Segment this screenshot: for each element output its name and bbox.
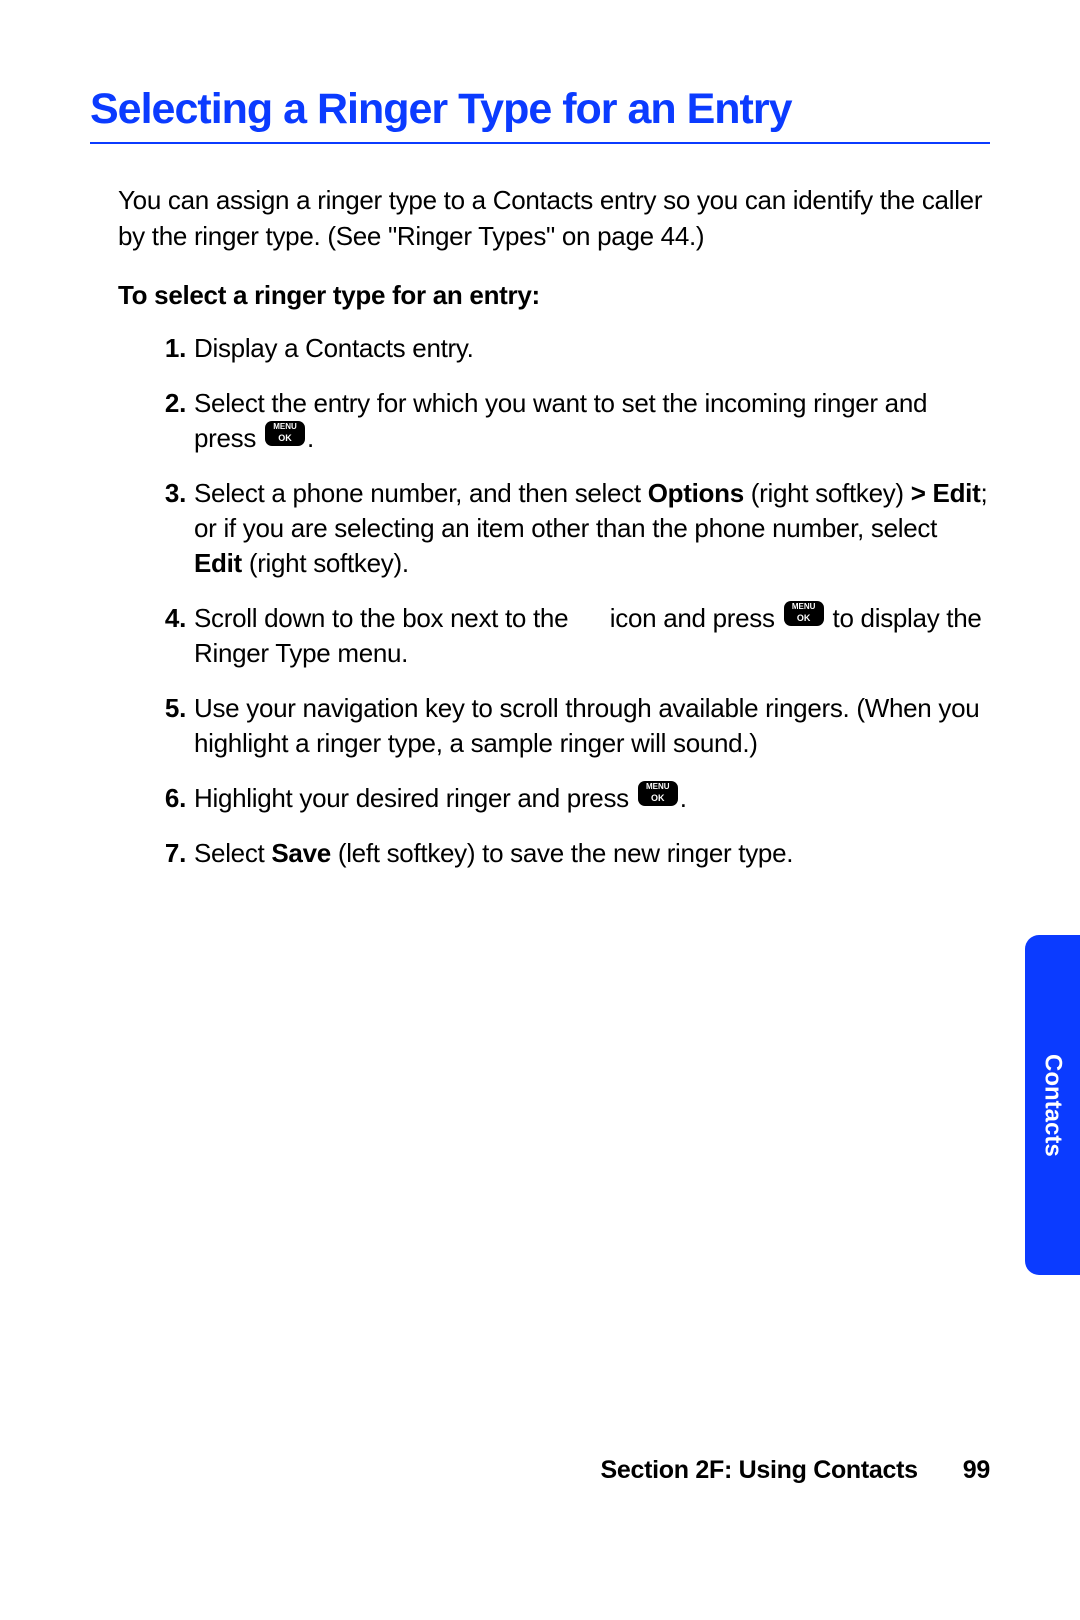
section-tab-contacts: Contacts bbox=[1025, 935, 1080, 1275]
step-4: 4. Scroll down to the box next to the ic… bbox=[194, 601, 990, 671]
step-text-post: . bbox=[680, 783, 687, 813]
bold-options: Options bbox=[648, 478, 744, 508]
step-5: 5. Use your navigation key to scroll thr… bbox=[194, 691, 990, 761]
steps-heading: To select a ringer type for an entry: bbox=[118, 280, 990, 311]
step-text: Use your navigation key to scroll throug… bbox=[194, 693, 979, 758]
step-text-post: (left softkey) to save the new ringer ty… bbox=[331, 838, 793, 868]
step-number: 6. bbox=[150, 781, 186, 816]
step-number: 4. bbox=[150, 601, 186, 636]
step-6: 6. Highlight your desired ringer and pre… bbox=[194, 781, 990, 816]
bold-save: Save bbox=[271, 838, 331, 868]
step-2: 2. Select the entry for which you want t… bbox=[194, 386, 990, 456]
bold-edit: Edit bbox=[194, 548, 242, 578]
step-number: 5. bbox=[150, 691, 186, 726]
manual-page: Selecting a Ringer Type for an Entry You… bbox=[0, 0, 1080, 1620]
step-number: 2. bbox=[150, 386, 186, 421]
menu-ok-key-icon bbox=[265, 421, 305, 446]
bold-edit-path: > Edit bbox=[911, 478, 981, 508]
step-text-pre: Select bbox=[194, 838, 271, 868]
step-number: 3. bbox=[150, 476, 186, 511]
footer-page-number: 99 bbox=[963, 1456, 990, 1484]
step-text-pre: Highlight your desired ringer and press bbox=[194, 783, 636, 813]
page-footer: Section 2F: Using Contacts 99 bbox=[601, 1456, 990, 1485]
intro-paragraph: You can assign a ringer type to a Contac… bbox=[118, 182, 990, 254]
footer-section: Section 2F: Using Contacts bbox=[601, 1456, 918, 1484]
page-title: Selecting a Ringer Type for an Entry bbox=[90, 85, 990, 144]
step-text-pre: Select the entry for which you want to s… bbox=[194, 388, 927, 453]
step-text-post: (right softkey). bbox=[242, 548, 409, 578]
step-number: 1. bbox=[150, 331, 186, 366]
section-tab-label: Contacts bbox=[1039, 1054, 1067, 1157]
menu-ok-key-icon bbox=[638, 781, 678, 806]
step-text-pre: Select a phone number, and then select bbox=[194, 478, 648, 508]
step-text-pre: Scroll down to the box next to the icon … bbox=[194, 603, 782, 633]
step-3: 3. Select a phone number, and then selec… bbox=[194, 476, 990, 581]
steps-list: 1. Display a Contacts entry. 2. Select t… bbox=[90, 331, 990, 871]
step-text: Display a Contacts entry. bbox=[194, 333, 474, 363]
menu-ok-key-icon bbox=[784, 601, 824, 626]
step-7: 7. Select Save (left softkey) to save th… bbox=[194, 836, 990, 871]
step-text-post: . bbox=[307, 423, 314, 453]
step-1: 1. Display a Contacts entry. bbox=[194, 331, 990, 366]
step-number: 7. bbox=[150, 836, 186, 871]
step-text-mid: (right softkey) bbox=[744, 478, 911, 508]
